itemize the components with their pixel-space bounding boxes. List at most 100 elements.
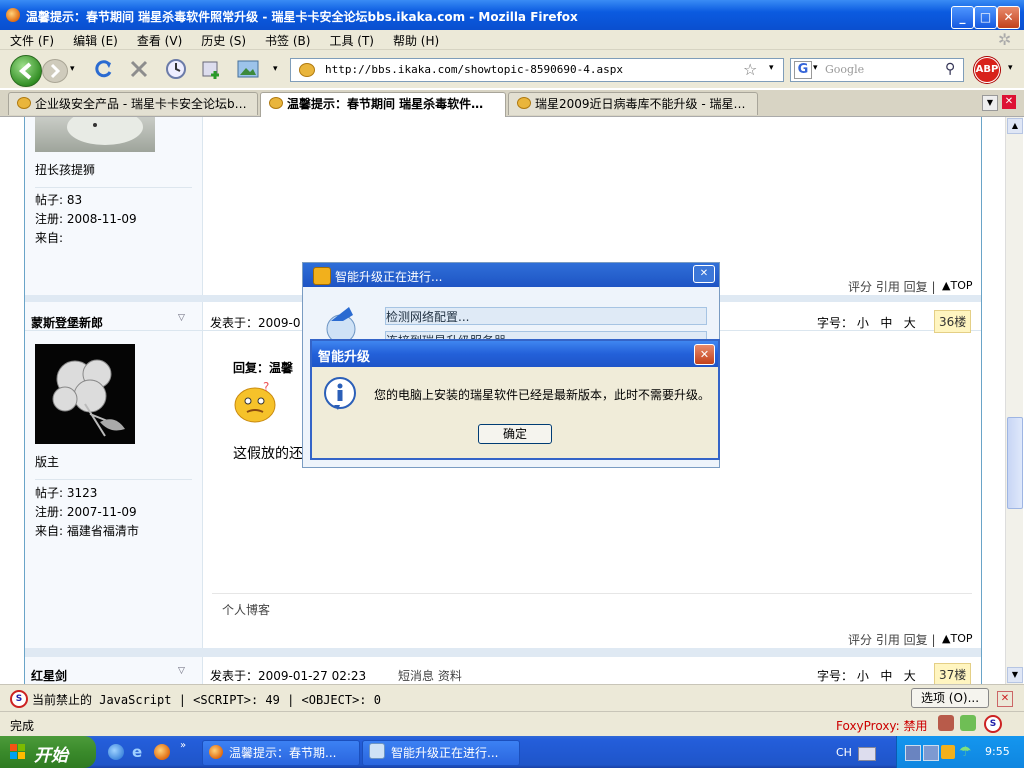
- adblock-dropdown-icon[interactable]: ▾: [1008, 63, 1013, 73]
- url-text[interactable]: http://bbs.ikaka.com/showtopic-8590690-4…: [325, 63, 623, 76]
- menu-view[interactable]: 查看 (V): [127, 30, 191, 49]
- window-title: 温馨提示：春节期间 瑞星杀毒软件照常升级 - 瑞星卡卡安全论坛bbs.ikaka…: [26, 10, 578, 24]
- new-tab-add-icon[interactable]: [200, 57, 224, 84]
- font-large[interactable]: 大: [904, 669, 916, 683]
- tray-umbrella-icon[interactable]: ☂: [959, 744, 972, 760]
- menu-history[interactable]: 历史 (S): [191, 30, 255, 49]
- tray-network2-icon[interactable]: [923, 745, 939, 761]
- scroll-up-icon[interactable]: ▲: [1007, 118, 1023, 134]
- upgrade-icon: [369, 743, 385, 759]
- keyboard-icon[interactable]: [858, 747, 876, 761]
- post-username[interactable]: 蒙斯登堡新郎: [31, 314, 103, 331]
- floor-badge[interactable]: 37楼: [934, 663, 972, 684]
- post-date: 发表于：2009-01-27 02:23: [210, 669, 367, 683]
- info-dialog-message: 您的电脑上安装的瑞星软件已经是最新版本，此时不需要升级。: [374, 388, 711, 402]
- window-titlebar[interactable]: 温馨提示：春节期间 瑞星杀毒软件照常升级 - 瑞星卡卡安全论坛bbs.ikaka…: [0, 0, 1024, 30]
- extension-green-icon[interactable]: [960, 715, 976, 731]
- reload-icon[interactable]: [92, 58, 114, 83]
- status-text: 完成: [10, 719, 35, 733]
- user-menu-dropdown-icon[interactable]: ▽: [178, 666, 185, 676]
- back-to-top-link[interactable]: ▲TOP: [942, 632, 972, 645]
- font-medium[interactable]: 中: [880, 669, 892, 683]
- stop-icon[interactable]: [128, 58, 150, 83]
- close-tab-icon[interactable]: ✕: [1002, 95, 1016, 109]
- noscript-options-button[interactable]: 选项 (O)...: [911, 688, 989, 708]
- user-blog-link[interactable]: 个人博客: [222, 601, 270, 618]
- progress-dialog-titlebar[interactable]: 智能升级正在进行... ✕: [303, 263, 719, 287]
- bookmark-star-icon[interactable]: ☆: [743, 60, 757, 79]
- back-button[interactable]: [10, 55, 42, 87]
- search-bar[interactable]: G ▾ Google ⚲: [790, 58, 964, 82]
- ok-button[interactable]: 确定: [478, 424, 552, 444]
- noscript-close-icon[interactable]: ✕: [997, 691, 1013, 707]
- back-to-top-link[interactable]: ▲TOP: [942, 279, 972, 292]
- maximize-button[interactable]: □: [974, 6, 997, 29]
- url-dropdown-icon[interactable]: ▾: [769, 63, 774, 73]
- menu-bookmarks[interactable]: 书签 (B): [255, 30, 319, 49]
- scroll-thumb[interactable]: [1007, 417, 1023, 509]
- progress-dialog-close-button[interactable]: ✕: [693, 265, 715, 283]
- floor-badge[interactable]: 36楼: [934, 310, 972, 333]
- menu-file[interactable]: 文件 (F): [0, 30, 63, 49]
- user-register-date: 注册: 2007-11-09: [35, 505, 137, 519]
- font-small[interactable]: 小: [857, 669, 869, 683]
- start-button[interactable]: 开始: [0, 736, 96, 768]
- info-dialog-close-button[interactable]: ✕: [694, 344, 715, 365]
- user-avatar[interactable]: [35, 344, 135, 444]
- rising-lion-icon: [313, 267, 331, 285]
- noscript-icon[interactable]: S: [10, 690, 28, 708]
- page-scrollbar[interactable]: ▲ ▼: [1005, 117, 1023, 684]
- taskbar-firefox-window[interactable]: 温馨提示：春节期...: [202, 740, 360, 766]
- font-small[interactable]: 小: [857, 316, 869, 330]
- tab-virus-db[interactable]: 瑞星2009近日病毒库不能升级 - 瑞星…: [508, 92, 758, 115]
- google-engine-icon[interactable]: G: [794, 61, 812, 79]
- quicklaunch-ie-icon[interactable]: e: [132, 743, 142, 761]
- progress-step-network: 检测网络配置...: [385, 307, 707, 325]
- scroll-down-icon[interactable]: ▼: [1007, 667, 1023, 683]
- user-links[interactable]: 短消息 资料: [398, 667, 462, 684]
- minimize-button[interactable]: _: [951, 6, 974, 29]
- noscript-status-icon[interactable]: S: [984, 715, 1002, 733]
- font-large[interactable]: 大: [904, 316, 916, 330]
- quicklaunch-firefox-icon[interactable]: [154, 744, 170, 760]
- tab-label: 企业级安全产品 - 瑞星卡卡安全论坛b…: [35, 97, 247, 111]
- user-avatar[interactable]: [35, 117, 155, 152]
- tab-list-dropdown-icon[interactable]: ▼: [982, 95, 998, 111]
- quicklaunch-globe-icon[interactable]: [108, 744, 124, 760]
- close-window-button[interactable]: ✕: [997, 6, 1020, 29]
- menu-help[interactable]: 帮助 (H): [383, 30, 448, 49]
- avatar-polar-bear-image: [67, 117, 143, 145]
- history-dropdown-icon[interactable]: ▾: [70, 64, 75, 74]
- quicklaunch-expand-icon[interactable]: »: [180, 740, 186, 751]
- post-body: 这假放的还: [233, 446, 303, 462]
- image-screenshot-icon[interactable]: [236, 57, 260, 84]
- tab-enterprise[interactable]: 企业级安全产品 - 瑞星卡卡安全论坛b…: [8, 92, 258, 115]
- url-bar[interactable]: http://bbs.ikaka.com/showtopic-8590690-4…: [290, 58, 784, 82]
- taskbar-upgrade-window[interactable]: 智能升级正在进行...: [362, 740, 520, 766]
- status-bar: 完成 FoxyProxy: 禁用 S: [0, 711, 1024, 736]
- post-actions[interactable]: 评分 引用 回复 |: [848, 631, 936, 648]
- post-username[interactable]: 红星剑: [31, 667, 67, 684]
- tray-network-icon[interactable]: [905, 745, 921, 761]
- system-tray: ☂ 9:55: [896, 736, 1024, 768]
- toolbar-dropdown-icon[interactable]: ▾: [273, 64, 278, 74]
- adblock-icon[interactable]: ABP: [974, 57, 1000, 83]
- ime-indicator[interactable]: CH: [836, 746, 852, 759]
- post-actions[interactable]: 评分 引用 回复 |: [848, 278, 936, 295]
- forward-button[interactable]: [42, 59, 68, 83]
- menu-edit[interactable]: 编辑 (E): [63, 30, 127, 49]
- extension-tool-icon[interactable]: [938, 715, 954, 731]
- search-magnifier-icon[interactable]: ⚲: [945, 61, 955, 77]
- font-medium[interactable]: 中: [880, 316, 892, 330]
- clock-history-icon[interactable]: [164, 57, 188, 84]
- menu-bar: 文件 (F) 编辑 (E) 查看 (V) 历史 (S) 书签 (B) 工具 (T) 帮助 (…: [0, 30, 1024, 50]
- tab-notice[interactable]: 温馨提示：春节期间 瑞星杀毒软件…: [260, 92, 506, 117]
- menu-tools[interactable]: 工具 (T): [319, 30, 383, 49]
- tray-rising-icon[interactable]: [941, 745, 955, 759]
- info-dialog-titlebar[interactable]: 智能升级 ✕: [312, 341, 718, 367]
- search-placeholder[interactable]: Google: [825, 63, 864, 76]
- tab-bar: 企业级安全产品 - 瑞星卡卡安全论坛b… 温馨提示：春节期间 瑞星杀毒软件… 瑞…: [0, 90, 1024, 117]
- engine-dropdown-icon[interactable]: ▾: [813, 63, 818, 73]
- user-menu-dropdown-icon[interactable]: ▽: [178, 313, 185, 323]
- foxyproxy-status[interactable]: FoxyProxy: 禁用: [836, 717, 928, 734]
